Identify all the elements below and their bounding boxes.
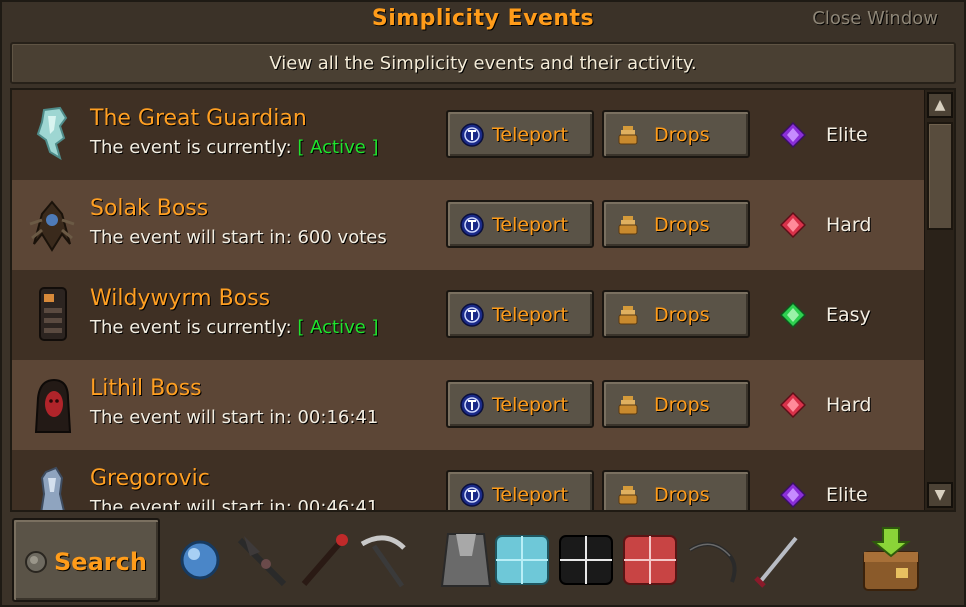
- event-row: Lithil Boss The event will start in: 00:…: [12, 360, 924, 450]
- event-status-text: The event will start in: 00:46:41: [90, 497, 379, 510]
- bottom-bar: Search: [10, 516, 956, 602]
- elite-gem-icon: [780, 122, 806, 148]
- teleport-button[interactable]: Teleport: [446, 200, 594, 248]
- teleport-label: Teleport: [492, 214, 568, 236]
- teleport-label: Teleport: [492, 304, 568, 326]
- teleport-button[interactable]: Teleport: [446, 470, 594, 510]
- drops-icon: [618, 396, 638, 415]
- scythe-icon[interactable]: [352, 526, 416, 590]
- teleport-icon: [460, 303, 484, 327]
- arrow-down-icon: ▼: [934, 487, 946, 503]
- difficulty-label: Elite: [826, 484, 868, 506]
- subtitle-panel: View all the Simplicity events and their…: [10, 42, 956, 84]
- gregorovic-icon: [40, 466, 65, 510]
- search-icon: [25, 551, 47, 573]
- scroll-up-button[interactable]: ▲: [927, 92, 953, 118]
- drops-label: Drops: [654, 304, 710, 326]
- teleport-button[interactable]: Teleport: [446, 110, 594, 158]
- event-status: The event will start in: 00:16:41: [90, 407, 378, 428]
- blue-orb-icon[interactable]: [170, 526, 234, 590]
- hard-gem-icon: [780, 212, 806, 238]
- wildywyrm-icon: [39, 287, 67, 341]
- drops-button[interactable]: Drops: [602, 200, 750, 248]
- event-status-text: The event is currently:: [90, 137, 292, 158]
- drops-label: Drops: [654, 214, 710, 236]
- title-bar: Simplicity Events Close Window: [2, 2, 964, 40]
- hard-gem-icon: [780, 392, 806, 418]
- drops-label: Drops: [654, 394, 710, 416]
- teleport-label: Teleport: [492, 484, 568, 506]
- drops-icon: [618, 306, 638, 325]
- red-box-icon[interactable]: [618, 526, 682, 590]
- teleport-button[interactable]: Teleport: [446, 290, 594, 338]
- event-row: Solak Boss The event will start in: 600 …: [12, 180, 924, 270]
- event-name: Wildywyrm Boss: [90, 286, 271, 311]
- difficulty-label: Easy: [826, 304, 871, 326]
- event-name: Lithil Boss: [90, 376, 202, 401]
- event-status-text: The event will start in: 00:16:41: [90, 407, 379, 428]
- drops-icon: [618, 216, 638, 235]
- teleport-button[interactable]: Teleport: [446, 380, 594, 428]
- events-list: The Great Guardian The event is currentl…: [12, 90, 924, 510]
- cape-icon[interactable]: [434, 526, 498, 590]
- teleport-label: Teleport: [492, 394, 568, 416]
- dark-staff-icon[interactable]: [230, 526, 294, 590]
- guardian-icon: [36, 106, 68, 161]
- scroll-thumb[interactable]: [927, 122, 953, 230]
- drops-label: Drops: [654, 484, 710, 506]
- close-window-button[interactable]: Close Window: [812, 8, 938, 29]
- scroll-down-button[interactable]: ▼: [927, 482, 953, 508]
- drops-button[interactable]: Drops: [602, 470, 750, 510]
- search-button[interactable]: Search: [12, 518, 160, 602]
- events-list-frame: The Great Guardian The event is currentl…: [10, 88, 956, 512]
- lithil-icon: [34, 378, 72, 433]
- teleport-icon: [460, 483, 484, 507]
- difficulty-label: Hard: [826, 394, 872, 416]
- event-row: Wildywyrm Boss The event is currently: […: [12, 270, 924, 360]
- teleport-icon: [460, 213, 484, 237]
- event-status: The event is currently: [ Active ]: [90, 317, 379, 338]
- elite-gem-icon: [780, 482, 806, 508]
- event-name: Gregorovic: [90, 466, 210, 491]
- drops-button[interactable]: Drops: [602, 290, 750, 338]
- event-row: The Great Guardian The event is currentl…: [12, 90, 924, 180]
- event-row: Gregorovic The event will start in: 00:4…: [12, 450, 924, 510]
- black-box-icon[interactable]: [554, 526, 618, 590]
- event-status: The event will start in: 600 votes: [90, 227, 387, 248]
- event-status-text: The event will start in: 600 votes: [90, 227, 387, 248]
- event-name: Solak Boss: [90, 196, 209, 221]
- teleport-icon: [460, 123, 484, 147]
- drops-icon: [618, 486, 638, 505]
- difficulty-label: Hard: [826, 214, 872, 236]
- event-status-text: The event is currently:: [90, 317, 292, 338]
- event-status: The event is currently: [ Active ]: [90, 137, 379, 158]
- drops-button[interactable]: Drops: [602, 380, 750, 428]
- drops-icon: [618, 126, 638, 145]
- event-status: The event will start in: 00:46:41: [90, 497, 378, 510]
- event-active-tag: [ Active ]: [297, 317, 379, 338]
- red-staff-icon[interactable]: [292, 526, 356, 590]
- whip-icon[interactable]: [682, 526, 746, 590]
- scimitar-icon[interactable]: [746, 526, 810, 590]
- solak-icon: [29, 200, 75, 252]
- drops-label: Drops: [654, 124, 710, 146]
- arrow-up-icon: ▲: [934, 97, 946, 113]
- window-subtitle: View all the Simplicity events and their…: [269, 53, 697, 74]
- drops-button[interactable]: Drops: [602, 110, 750, 158]
- difficulty-label: Elite: [826, 124, 868, 146]
- event-active-tag: [ Active ]: [297, 137, 379, 158]
- event-name: The Great Guardian: [90, 106, 307, 131]
- teleport-label: Teleport: [492, 124, 568, 146]
- collect-box-icon[interactable]: [856, 524, 926, 594]
- events-scrollbar[interactable]: ▲ ▼: [924, 90, 954, 510]
- cyan-box-icon[interactable]: [490, 526, 554, 590]
- search-label: Search: [54, 548, 147, 576]
- easy-gem-icon: [780, 302, 806, 328]
- teleport-icon: [460, 393, 484, 417]
- events-window: Simplicity Events Close Window View all …: [0, 0, 966, 607]
